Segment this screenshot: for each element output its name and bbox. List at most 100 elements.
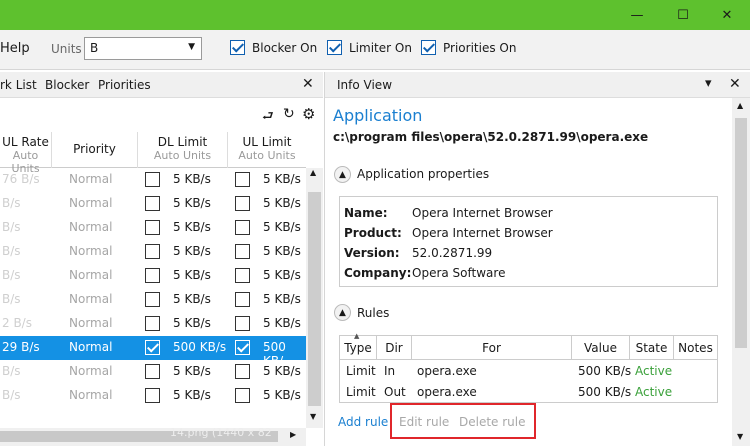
scroll-up-icon[interactable]: ▲ [737,101,743,110]
ul-limit-cell: 5 KB/s [263,244,301,258]
dl-limit-checkbox[interactable] [145,316,160,331]
close-icon[interactable]: ✕ [302,76,314,92]
prop-company: Company:Opera Software [344,266,506,280]
ul-rate-cell: 2 B/s [2,316,32,330]
priority-cell: Normal [69,340,113,354]
table-row[interactable]: 2 B/s Normal 5 KB/s 5 KB/s [0,312,306,336]
scroll-up-icon[interactable]: ▲ [310,168,316,177]
tab-network-list[interactable]: rk List [0,78,37,92]
maximize-button[interactable]: ☐ [660,0,706,30]
close-icon[interactable]: ✕ [729,76,741,92]
ul-limit-cell: 5 KB/s [263,388,301,402]
dl-limit-checkbox[interactable] [145,364,160,379]
ul-limit-cell: 5 KB/s [263,364,301,378]
info-vertical-scroll-thumb[interactable] [735,118,747,348]
scroll-right-icon[interactable]: ▶ [290,430,296,439]
rule-row[interactable]: Limit In opera.exe 500 KB/s Active [340,361,717,381]
app-properties-title: Application properties [357,167,490,181]
scroll-down-icon[interactable]: ▼ [310,412,316,421]
collapse-rules-icon[interactable]: ▲ [334,304,351,321]
table-row[interactable]: B/s Normal 5 KB/s 5 KB/s [0,360,306,384]
ul-rate-cell: B/s [2,292,21,306]
app-path: c:\program files\opera\52.0.2871.99\oper… [333,130,649,144]
collapse-app-properties-icon[interactable]: ▲ [334,166,351,183]
ul-rate-cell: 29 B/s [2,340,40,354]
table-row[interactable]: B/s Normal 5 KB/s 5 KB/s [0,264,306,288]
dl-limit-checkbox[interactable] [145,292,160,307]
dl-limit-checkbox[interactable] [145,244,160,259]
tab-info-view[interactable]: Info View [337,78,392,92]
dl-limit-checkbox[interactable] [145,220,160,235]
dl-limit-cell: 5 KB/s [173,172,211,186]
dl-limit-checkbox[interactable] [145,268,160,283]
menu-help[interactable]: Help [0,41,30,56]
blocker-checkbox[interactable] [230,40,245,55]
table-row[interactable]: B/s Normal 5 KB/s 5 KB/s [0,288,306,312]
tab-blocker[interactable]: Blocker [45,78,89,92]
dl-limit-cell: 5 KB/s [173,196,211,210]
dl-limit-checkbox[interactable] [145,340,160,355]
left-vertical-scrollbar[interactable]: ▲ ▼ [306,168,323,428]
prop-name: Name: Opera Internet Browser [344,206,553,220]
ul-limit-checkbox[interactable] [235,340,250,355]
sort-up-icon: ▲ [354,332,360,340]
rules-col-dir[interactable]: Dir [377,336,412,360]
ul-limit-checkbox[interactable] [235,388,250,403]
tab-priorities[interactable]: Priorities [98,78,151,92]
ul-rate-cell: B/s [2,388,21,402]
table-row[interactable]: B/s Normal 5 KB/s 5 KB/s [0,192,306,216]
table-row[interactable]: B/s Normal 5 KB/s 5 KB/s [0,240,306,264]
rules-col-for[interactable]: For [412,336,572,360]
col-ul-rate[interactable]: UL Rate Auto Units [0,132,52,175]
left-vertical-scroll-thumb[interactable] [308,192,321,406]
ul-rate-cell: B/s [2,220,21,234]
rule-row[interactable]: Limit Out opera.exe 500 KB/s Active [340,382,717,402]
footer-overlay-text: 14.png (1440 x 82 [170,426,272,439]
gear-icon[interactable]: ⚙ [302,105,315,123]
ul-limit-checkbox[interactable] [235,268,250,283]
highlight-box [390,403,536,439]
dl-limit-cell: 5 KB/s [173,388,211,402]
dl-limit-checkbox[interactable] [145,172,160,187]
units-select[interactable]: B ▼ [84,37,202,60]
title-bar: — ☐ ✕ [0,0,750,30]
dl-limit-cell: 5 KB/s [173,220,211,234]
dl-limit-checkbox[interactable] [145,196,160,211]
ul-limit-checkbox[interactable] [235,364,250,379]
priority-cell: Normal [69,292,113,306]
col-priority[interactable]: Priority [52,132,138,168]
minimize-button[interactable]: — [614,0,660,30]
ul-limit-cell: 5 KB/s [263,268,301,282]
priority-cell: Normal [69,388,113,402]
col-priority-label: Priority [73,142,116,156]
col-ul-limit[interactable]: UL Limit Auto Units [228,132,306,168]
limiter-checkbox[interactable] [327,40,342,55]
units-label: Units [51,42,82,56]
dl-limit-checkbox[interactable] [145,388,160,403]
rules-col-state[interactable]: State [630,336,674,360]
ul-limit-checkbox[interactable] [235,220,250,235]
ul-limit-checkbox[interactable] [235,244,250,259]
left-horizontal-scrollbar[interactable]: 14.png (1440 x 82 ▶ [0,426,306,446]
scroll-down-icon[interactable]: ▼ [737,432,743,441]
ul-rate-cell: 76 B/s [2,172,40,186]
dl-limit-cell: 5 KB/s [173,244,211,258]
ul-limit-checkbox[interactable] [235,172,250,187]
priorities-checkbox[interactable] [421,40,436,55]
ul-limit-checkbox[interactable] [235,196,250,211]
rules-col-notes[interactable]: Notes [674,336,717,360]
table-row[interactable]: 29 B/s Normal 500 KB/s 500 KB/ [0,336,306,368]
undo-icon[interactable]: ⮐ [262,107,274,129]
table-row[interactable]: B/s Normal 5 KB/s 5 KB/s [0,216,306,240]
close-button[interactable]: ✕ [704,0,750,30]
ul-limit-checkbox[interactable] [235,292,250,307]
chevron-down-icon[interactable]: ▾ [705,76,712,91]
table-row[interactable]: 76 B/s Normal 5 KB/s 5 KB/s [0,168,306,192]
info-vertical-scrollbar[interactable]: ▲ ▼ [732,98,750,446]
col-dl-limit[interactable]: DL Limit Auto Units [138,132,228,168]
refresh-icon[interactable]: ↻ [283,106,295,122]
ul-limit-checkbox[interactable] [235,316,250,331]
rules-col-value[interactable]: Value [572,336,630,360]
table-row[interactable]: B/s Normal 5 KB/s 5 KB/s [0,384,306,408]
add-rule-button[interactable]: Add rule [338,415,388,429]
